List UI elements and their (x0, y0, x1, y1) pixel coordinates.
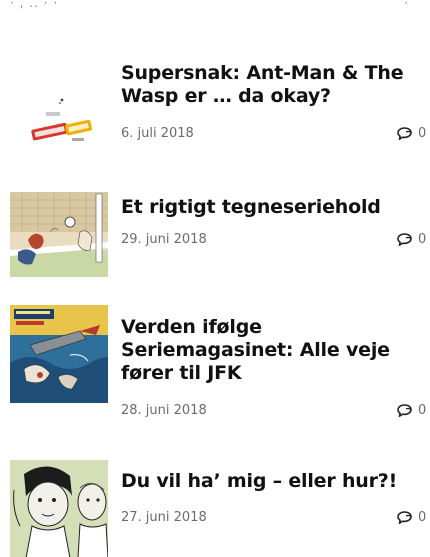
post-thumbnail[interactable] (10, 76, 108, 174)
comment-count[interactable]: 0 (397, 403, 426, 418)
post-date[interactable]: 27. juni 2018 (121, 510, 207, 525)
post-title[interactable]: Et rigtigt tegneseriehold (121, 196, 421, 219)
comments-icon (397, 511, 412, 524)
comment-count-value: 0 (418, 510, 427, 525)
post-thumbnail[interactable] (10, 192, 108, 277)
post-title[interactable]: Supersnak: Ant-Man & The Wasp er … da ok… (121, 62, 421, 108)
post-date[interactable]: 28. juni 2018 (121, 403, 207, 418)
cut-off-previous-item: · , .. · · · (0, 0, 430, 10)
post-date[interactable]: 29. juni 2018 (121, 232, 207, 247)
comment-count[interactable]: 0 (397, 126, 426, 141)
post-list-page: · , .. · · · Supersnak: Ant-Man & The Wa… (0, 0, 430, 557)
comments-icon (397, 404, 412, 417)
post-thumbnail[interactable] (10, 460, 108, 557)
comment-count-value: 0 (418, 126, 427, 141)
post-thumbnail[interactable] (10, 305, 108, 403)
comment-count-value: 0 (418, 403, 427, 418)
cut-off-text-left: · , .. · · (10, 0, 59, 10)
ant-man-wasp-poster-thumbnail (10, 76, 108, 174)
post-title[interactable]: Verden ifølge Seriemagasinet: Alle veje … (121, 316, 421, 385)
football-goal-comic-thumbnail (10, 192, 108, 277)
comic-cover-thumbnail (10, 305, 108, 403)
cartoon-faces-thumbnail (10, 460, 108, 557)
comment-count[interactable]: 0 (397, 232, 426, 247)
comments-icon (397, 233, 412, 246)
comment-count-value: 0 (418, 232, 427, 247)
post-title[interactable]: Du vil ha’ mig – eller hur?! (121, 470, 421, 493)
cut-off-text-right: · (404, 0, 408, 10)
comment-count[interactable]: 0 (397, 510, 426, 525)
comments-icon (397, 127, 412, 140)
post-date[interactable]: 6. juli 2018 (121, 126, 194, 141)
